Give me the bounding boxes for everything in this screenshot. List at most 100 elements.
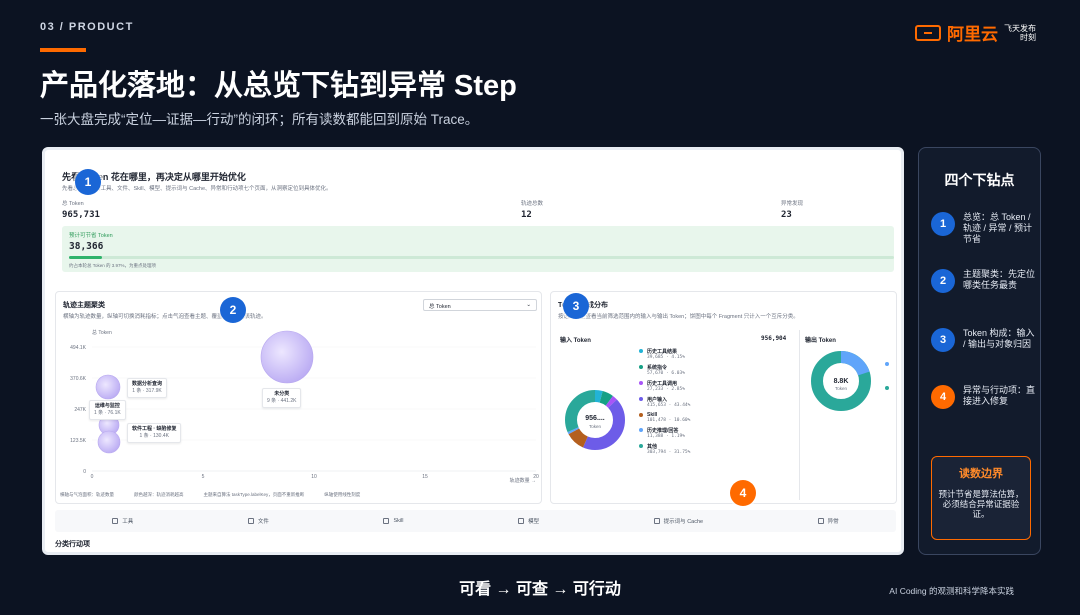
marker-4: 4 (730, 480, 756, 506)
metric-label: 总 Token (62, 201, 84, 207)
side-text: 总览：总 Token / 轨迹 / 异常 / 预计节省 (963, 212, 1033, 244)
bubble-bugfix[interactable] (97, 430, 121, 454)
side-num: 3 (931, 328, 955, 352)
input-donut-unit: Token (589, 424, 602, 429)
prompt-icon (653, 518, 660, 524)
bubble-name: 运维与监控 (94, 403, 120, 409)
bubble-tag-data-analysis: 数据分析查询 1 条 · 317.9K (127, 378, 168, 398)
legend-dot (639, 428, 643, 432)
legend-dot (639, 381, 643, 385)
brand-sub-line1: 飞天发布 (1004, 23, 1036, 33)
metric-value: 23 (781, 210, 792, 220)
bubble-name: 未分类 (274, 391, 290, 397)
token-legend-item[interactable]: 历史工具调用 27,233 · 2.85% (639, 380, 690, 392)
x-axis-label: 轨迹数量 → (510, 477, 536, 484)
metric-trace-count[interactable]: 轨迹总数 12 (521, 199, 543, 220)
nav-skill[interactable]: Skill (383, 518, 404, 524)
token-legend-item[interactable]: 历史推理/回答 11,388 · 1.19% (639, 427, 690, 439)
token-sub: 303,794 · 31.75% (647, 450, 691, 455)
bubble-tag-uncategorized: 未分类 9 条 · 441.2K (262, 388, 302, 408)
x-tick-label: 10 (311, 474, 317, 480)
legend-dot (639, 349, 643, 353)
token-legend-item[interactable]: 系统指令 57,670 · 6.03% (639, 364, 690, 376)
nav-anomaly[interactable]: 异常 (817, 517, 839, 525)
bubble-uncategorized[interactable] (260, 330, 314, 384)
legend-item: 横轴与气泡面积：轨迹数量 (60, 492, 114, 497)
brand-sub: 飞天发布 时刻 (1004, 24, 1036, 42)
y-tick-label: 0 (83, 469, 86, 475)
model-icon (518, 518, 525, 524)
cluster-panel: 轨迹主题聚类 横轴为轨迹数量，纵轴可切换消耗指标；点击气泡查看主题、覆盖结构和代… (55, 291, 542, 504)
brand-logo: 阿里云 飞天发布 时刻 (915, 20, 1036, 45)
drilldown-nav: 工具 文件 Skill 模型 提示词与 Cache 异常 (55, 510, 896, 532)
legend-dot (639, 397, 643, 401)
bubble-sub: 9 条 · 441.2K (267, 398, 297, 404)
nav-files[interactable]: 文件 (247, 517, 269, 525)
bubble-tag-bugfix: 软件工程 · 缺陷修复 1 条 · 130.4K (127, 423, 182, 443)
side-item-4: 4 异常与行动项：直接进入修复 (931, 385, 1035, 409)
output-donut-unit: Token (835, 386, 848, 391)
bubble-sub: 1 条 · 76.1K (94, 410, 121, 416)
legend-item: 主题来自算法 taskType.labelKey，页面不重新推断 (203, 492, 305, 497)
box-text: 预计节省是算法估算，必须结合异常证据验证。 (938, 489, 1024, 519)
legend-dot (639, 413, 643, 417)
nav-model[interactable]: 模型 (518, 517, 539, 525)
side-num: 2 (931, 269, 955, 293)
side-item-3: 3 Token 构成：输入 / 输出与对象归因 (931, 328, 1035, 352)
side-text: 主题聚类：先定位哪类任务最贵 (963, 269, 1036, 290)
side-text: Token 构成：输入 / 输出与对象归因 (963, 328, 1035, 349)
side-item-2: 2 主题聚类：先定位哪类任务最贵 (931, 269, 1035, 293)
token-legend-item[interactable]: 其他 303,794 · 31.75% (639, 443, 690, 455)
savings-card[interactable]: 预计可节省 Token 38,366 约占本轮总 Token 的 3.97%，为… (62, 226, 894, 272)
token-legend-item[interactable]: 历史工具结果 39,685 · 4.15% (639, 348, 690, 360)
footer-credit: AI Coding 的观测和科学降本实践 (889, 586, 1014, 596)
token-legend-item[interactable]: 用户输入 415,653 · 43.44% (639, 396, 690, 408)
dashboard-screenshot: 先看 Token 花在哪里，再决定从哪里开始优化 先看总量，再按工具、文件、Sk… (42, 147, 904, 555)
token-dist-panel: Token 构成分布 按语义类型查看当前筛选范围内的输入与输出 Token；饼图… (550, 291, 897, 504)
token-name: 历史工具调用 (647, 381, 678, 387)
x-tick-label: 5 (202, 474, 205, 480)
side-item-1: 1 总览：总 Token / 轨迹 / 异常 / 预计节省 (931, 212, 1035, 245)
savings-progress-fill (69, 256, 102, 259)
nav-label: 提示词与 Cache (663, 519, 704, 525)
input-donut-center: 956.... (585, 415, 605, 422)
reading-boundary-box: 读数边界 预计节省是算法估算，必须结合异常证据验证。 (931, 456, 1031, 540)
nav-tools[interactable]: 工具 (112, 517, 133, 525)
bubble-name: 软件工程 · 缺陷修复 (132, 426, 177, 432)
x-ticks: 0 5 10 15 20 (91, 474, 539, 480)
brand-name: 阿里云 (947, 25, 998, 44)
x-tick-label: 15 (422, 474, 428, 480)
savings-note: 约占本轮总 Token 的 3.97%，为重点处理项 (69, 263, 157, 268)
page-subtitle: 一张大盘完成“定位—证据—行动”的闭环；所有读数都能回到原始 Trace。 (40, 112, 479, 127)
nav-label: Skill (393, 518, 404, 524)
bubble-data-analysis[interactable] (95, 374, 121, 400)
token-name: 历史推理/回答 (647, 428, 679, 434)
section-tag-bar (40, 48, 86, 52)
metric-total-token[interactable]: 总 Token 965,731 (62, 199, 100, 220)
output-legend-dot (885, 362, 889, 366)
metric-label: 异常发现 (781, 201, 804, 207)
tool-icon (112, 518, 119, 524)
legend-item: 颜色越深：轨迹消耗越高 (134, 492, 184, 497)
skill-icon (383, 518, 390, 524)
dashboard-desc: 先看总量，再按工具、文件、Skill、模型、提示词与 Cache、异常和行动项七… (62, 186, 332, 192)
bubble-sub: 1 条 · 317.9K (132, 388, 162, 394)
warning-icon (817, 518, 824, 524)
token-legend-item[interactable]: Skill 101,478 · 10.60% (639, 412, 690, 423)
x-tick-label: 0 (91, 474, 94, 480)
token-sub: 415,653 · 43.44% (647, 403, 691, 408)
token-sub: 101,478 · 10.60% (647, 418, 691, 423)
nav-label: 模型 (528, 519, 540, 525)
metric-anomaly-count[interactable]: 异常发现 23 (781, 199, 803, 220)
token-sub: 39,685 · 4.15% (647, 355, 685, 360)
bubble-sub: 1 条 · 130.4K (139, 433, 169, 439)
token-legend-list: 历史工具结果 39,685 · 4.15% 系统指令 57,670 · 6.03% 历史… (639, 348, 690, 459)
nav-prompt-cache[interactable]: 提示词与 Cache (653, 517, 704, 525)
savings-progress-track (69, 256, 894, 259)
savings-label: 预计可节省 Token (69, 233, 113, 239)
token-name: 历史工具结果 (647, 349, 678, 355)
box-title: 读数边界 (959, 468, 1003, 480)
side-title: 四个下钻点 (944, 172, 1015, 188)
legend-item: 纵轴使用线性刻度 (324, 492, 361, 497)
section-tag: 03 / PRODUCT (40, 21, 134, 33)
